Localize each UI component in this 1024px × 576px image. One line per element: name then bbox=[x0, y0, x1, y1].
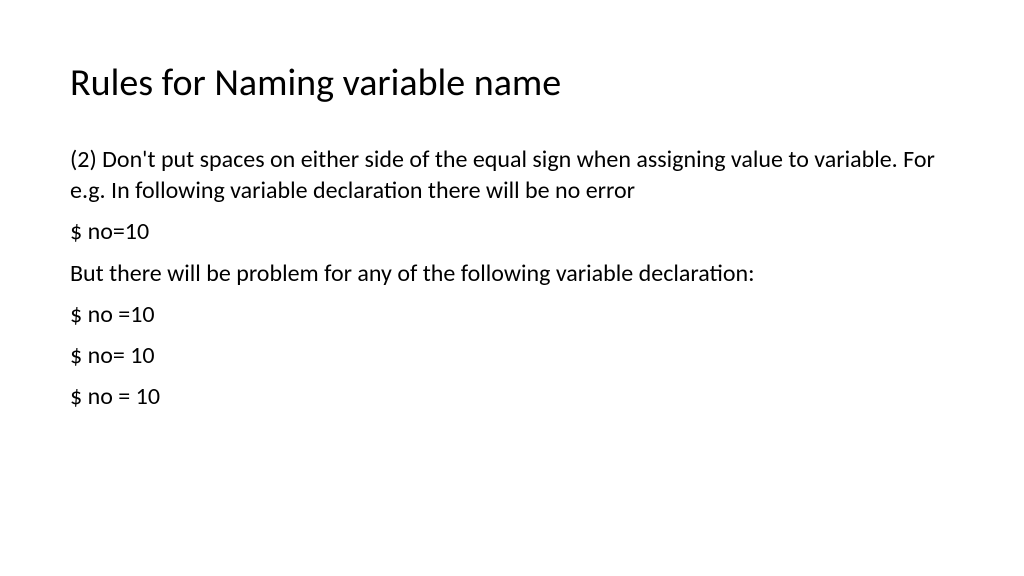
slide-title: Rules for Naming variable name bbox=[70, 60, 954, 106]
example-wrong-1: $ no =10 bbox=[70, 299, 954, 330]
problem-intro: But there will be problem for any of the… bbox=[70, 258, 954, 289]
example-correct: $ no=10 bbox=[70, 216, 954, 247]
example-wrong-3: $ no = 10 bbox=[70, 381, 954, 412]
example-wrong-2: $ no= 10 bbox=[70, 340, 954, 371]
rule-description: (2) Don't put spaces on either side of t… bbox=[70, 144, 954, 206]
